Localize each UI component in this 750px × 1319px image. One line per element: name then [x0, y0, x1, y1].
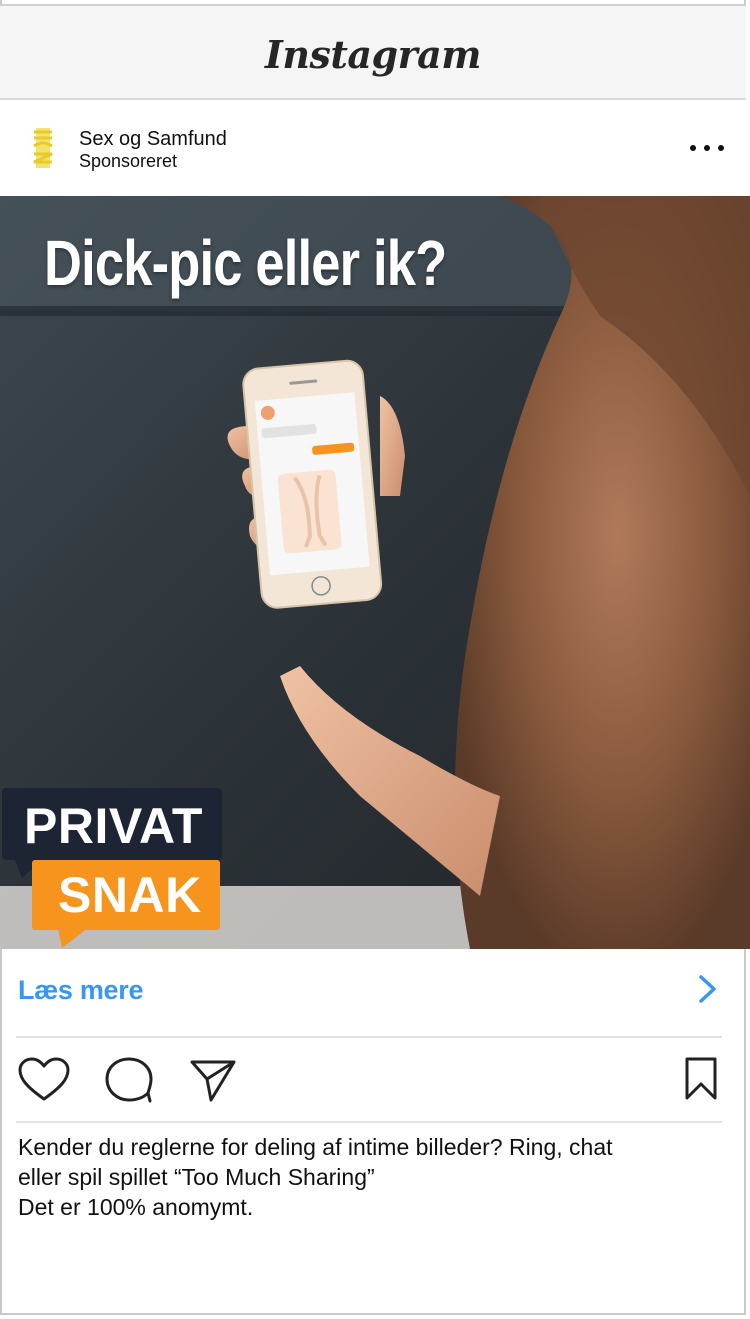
- sex-og-samfund-logo[interactable]: [30, 126, 60, 170]
- more-options-icon[interactable]: [690, 138, 724, 158]
- dot: [704, 145, 710, 151]
- divider: [16, 1036, 722, 1038]
- instagram-header: Instagram: [0, 4, 746, 100]
- send-icon[interactable]: [189, 1059, 237, 1103]
- snak-badge-text: SNAK: [58, 867, 202, 923]
- caption-line: Det er 100% anomymt.: [18, 1194, 254, 1220]
- heart-icon[interactable]: [17, 1057, 71, 1103]
- bookmark-icon[interactable]: [684, 1056, 718, 1102]
- dot: [690, 145, 696, 151]
- chevron-right-icon[interactable]: [697, 973, 719, 1005]
- caption-line: Kender du reglerne for deling af intime …: [18, 1134, 613, 1160]
- instagram-logo: Instagram: [265, 32, 481, 77]
- ad-headline: Dick-pic eller ik?: [44, 227, 447, 299]
- comment-icon[interactable]: [104, 1057, 154, 1103]
- post-caption: Kender du reglerne for deling af intime …: [18, 1132, 718, 1222]
- caption-line: eller spil spillet “Too Much Sharing”: [18, 1164, 375, 1190]
- account-name[interactable]: Sex og Samfund: [79, 128, 227, 151]
- divider: [16, 1121, 722, 1123]
- privat-badge-text: PRIVAT: [24, 798, 203, 854]
- read-more-link[interactable]: Læs mere: [18, 975, 143, 1006]
- sponsored-label: Sponsoreret: [79, 151, 178, 171]
- dot: [718, 145, 724, 151]
- snak-badge-tail: [58, 928, 88, 948]
